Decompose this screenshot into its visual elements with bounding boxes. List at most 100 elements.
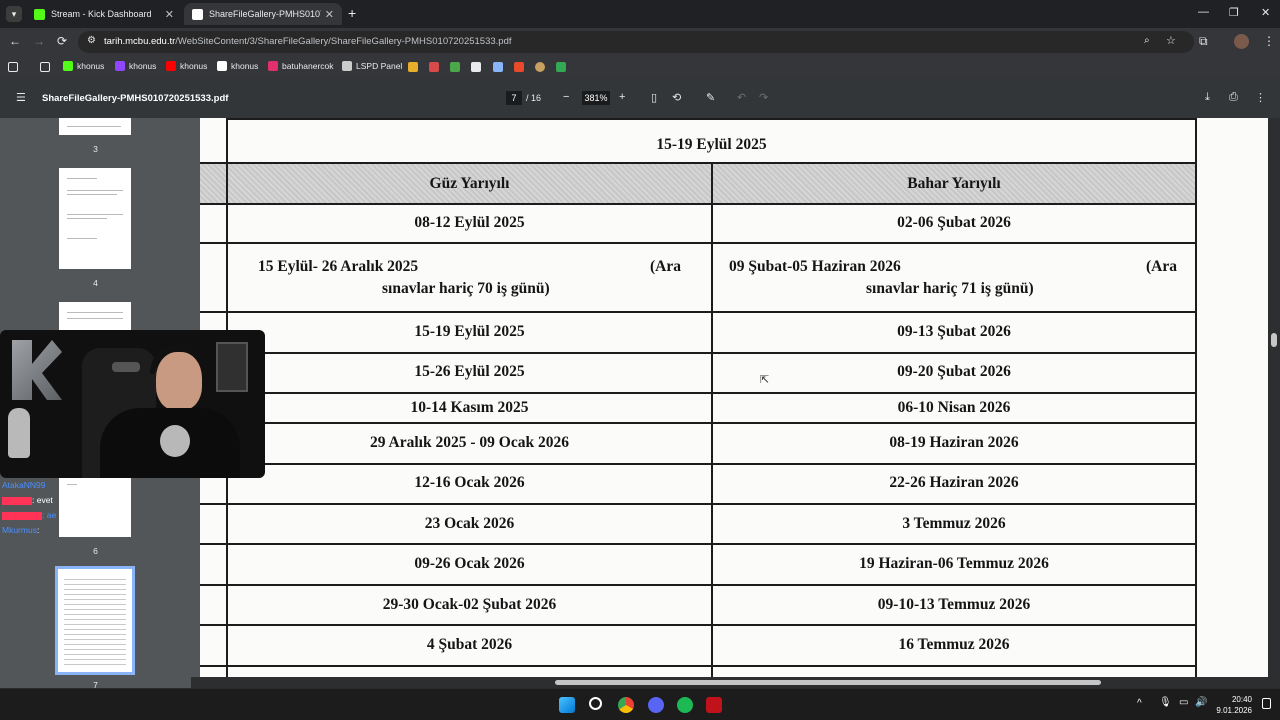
table-cell: (Ara bbox=[1146, 258, 1177, 275]
page-thumbnail[interactable] bbox=[59, 302, 131, 332]
redo-icon[interactable]: ↷ bbox=[759, 91, 768, 104]
table-cell: 19 Haziran-06 Temmuz 2026 bbox=[859, 555, 1049, 572]
profile-avatar[interactable] bbox=[1234, 34, 1249, 49]
table-cell: 12-16 Ocak 2026 bbox=[414, 474, 525, 491]
chat-text: : ae bbox=[42, 510, 57, 520]
table-cell: 3 Temmuz 2026 bbox=[902, 515, 1006, 532]
table-cell: 29 Aralık 2025 - 09 Ocak 2026 bbox=[370, 434, 569, 451]
menu-icon[interactable]: ☰ bbox=[16, 91, 26, 104]
taskbar-clock[interactable]: 20:40 9.01.2026 bbox=[1210, 694, 1252, 716]
address-bar[interactable]: ⚙ tarih.mcbu.edu.tr/WebSiteContent/3/Sha… bbox=[78, 31, 1194, 53]
restore-icon[interactable]: ❐ bbox=[1229, 6, 1239, 19]
tab-kick-dashboard[interactable]: Stream - Kick Dashboard ✕ bbox=[26, 3, 182, 25]
site-info-icon[interactable]: ⚙ bbox=[87, 35, 96, 46]
close-tab-icon[interactable]: ✕ bbox=[165, 8, 174, 21]
instagram-icon bbox=[268, 61, 278, 71]
mouse-cursor-icon: ⇱ bbox=[760, 374, 770, 386]
table-cell: (Ara bbox=[650, 258, 681, 275]
notification-icon[interactable] bbox=[1262, 698, 1271, 709]
bookmark-kick[interactable]: khonus bbox=[63, 61, 104, 71]
back-icon[interactable]: ← bbox=[9, 34, 21, 48]
zoom-icon[interactable]: ⌕ bbox=[1144, 35, 1150, 46]
reload-icon[interactable]: ⟳ bbox=[57, 34, 67, 48]
extensions-icon[interactable]: ⧉ bbox=[1199, 34, 1208, 49]
tab-strip: ▾ Stream - Kick Dashboard ✕ ShareFileGal… bbox=[0, 0, 1280, 28]
spotify-icon[interactable] bbox=[677, 697, 693, 713]
flame-icon[interactable] bbox=[514, 62, 524, 72]
chat-user-redacted bbox=[2, 511, 42, 520]
sheets-icon[interactable] bbox=[556, 62, 566, 72]
table-cell: 09 Şubat-05 Haziran 2026 bbox=[729, 258, 901, 275]
chart-icon[interactable] bbox=[450, 62, 460, 72]
thumbnail-number: 3 bbox=[93, 144, 98, 154]
apps-grid-icon[interactable] bbox=[8, 62, 18, 72]
bookmark-star-icon[interactable]: ☆ bbox=[1166, 34, 1176, 47]
tab-search-icon[interactable]: ▾ bbox=[6, 6, 22, 22]
minimize-icon[interactable]: — bbox=[1198, 6, 1209, 18]
zoom-out-icon[interactable]: − bbox=[563, 91, 569, 103]
folder-icon[interactable] bbox=[40, 62, 50, 72]
page-number-input[interactable]: 7 bbox=[506, 91, 522, 105]
print-icon[interactable]: ⎙ bbox=[1229, 91, 1238, 104]
webcam-overlay bbox=[0, 330, 265, 478]
skeleton-figure bbox=[8, 408, 30, 458]
thumbnail-number: 6 bbox=[93, 546, 98, 556]
bookmark-x[interactable]: khonus bbox=[217, 61, 258, 71]
browser-menu-icon[interactable]: ⋮ bbox=[1263, 34, 1275, 48]
obs-icon[interactable] bbox=[706, 697, 722, 713]
table-cell: 02-06 Şubat 2026 bbox=[897, 214, 1011, 231]
pdf-page: 15-19 Eylül 2025 Güz Yarıyılı Bahar Yarı… bbox=[200, 118, 1270, 688]
fit-page-icon[interactable]: ▯ bbox=[651, 91, 657, 104]
scrollbar-thumb[interactable] bbox=[1271, 333, 1277, 347]
network-icon[interactable]: ▭ bbox=[1179, 697, 1188, 708]
bookmark-youtube[interactable]: khonus bbox=[166, 61, 207, 71]
headphones bbox=[150, 344, 208, 374]
page-thumbnail[interactable] bbox=[59, 118, 131, 135]
page-thumbnail[interactable] bbox=[59, 476, 131, 537]
close-window-icon[interactable]: ✕ bbox=[1261, 6, 1270, 19]
url-text[interactable]: tarih.mcbu.edu.tr/WebSiteContent/3/Share… bbox=[104, 36, 512, 47]
forward-icon[interactable]: → bbox=[33, 34, 45, 48]
discord-icon[interactable] bbox=[648, 697, 664, 713]
table-cell: 09-26 Ocak 2026 bbox=[414, 555, 525, 572]
table-cell: 29-30 Ocak-02 Şubat 2026 bbox=[382, 596, 557, 613]
tray-chevron-icon[interactable]: ^ bbox=[1137, 698, 1142, 709]
microphone-icon[interactable]: 🎙 bbox=[1159, 697, 1172, 708]
page-thumbnail-selected[interactable] bbox=[55, 566, 135, 675]
page-thumbnail[interactable] bbox=[59, 168, 131, 269]
bookmark-lspd[interactable]: LSPD Panel bbox=[342, 61, 402, 71]
scrollbar-thumb[interactable] bbox=[555, 680, 1101, 685]
close-tab-icon[interactable]: ✕ bbox=[325, 8, 334, 21]
tab-sharefile-pdf[interactable]: ShareFileGallery-PMHS01072025 ✕ bbox=[184, 3, 342, 25]
document-icon[interactable] bbox=[471, 62, 481, 72]
horizontal-scrollbar[interactable] bbox=[191, 677, 1268, 688]
grid-icon[interactable] bbox=[493, 62, 503, 72]
table-cell: 08-12 Eylül 2025 bbox=[414, 214, 525, 231]
zoom-in-icon[interactable]: + bbox=[619, 91, 625, 103]
table-cell: 09-10-13 Temmuz 2026 bbox=[877, 596, 1031, 613]
windows-taskbar: ^ 🎙 ▭ 🔊 20:40 9.01.2026 bbox=[0, 688, 1280, 720]
pdf-viewer[interactable]: 15-19 Eylül 2025 Güz Yarıyılı Bahar Yarı… bbox=[191, 118, 1280, 688]
new-tab-button[interactable]: + bbox=[348, 5, 356, 21]
rotate-icon[interactable]: ⟲ bbox=[672, 91, 681, 104]
annotate-icon[interactable]: ✎ bbox=[706, 91, 715, 104]
wall-frame bbox=[216, 342, 248, 392]
globe-icon[interactable] bbox=[535, 62, 545, 72]
vertical-scrollbar[interactable] bbox=[1268, 118, 1280, 688]
pdf-page-icon bbox=[192, 8, 203, 20]
chrome-icon[interactable] bbox=[618, 697, 634, 713]
search-icon[interactable] bbox=[589, 697, 602, 710]
table-cell: 08-19 Haziran 2026 bbox=[889, 434, 1019, 451]
download-icon[interactable]: ⤓ bbox=[1205, 91, 1210, 104]
chart-icon[interactable] bbox=[408, 62, 418, 72]
bookmark-twitch[interactable]: khonus bbox=[115, 61, 156, 71]
chart-icon[interactable] bbox=[429, 62, 439, 72]
pdf-more-icon[interactable]: ⋮ bbox=[1255, 91, 1266, 104]
windows-start-icon[interactable] bbox=[559, 697, 575, 713]
chat-overlay: AtakaNN99 : evet : ae Mkurmus: bbox=[2, 478, 62, 538]
bookmark-instagram[interactable]: batuhanercok bbox=[268, 61, 334, 71]
table-cell: sınavlar hariç 71 iş günü) bbox=[866, 280, 1034, 297]
undo-icon[interactable]: ↶ bbox=[737, 91, 746, 104]
volume-icon[interactable]: 🔊 bbox=[1195, 697, 1207, 708]
zoom-level-input[interactable]: 381% bbox=[582, 91, 610, 105]
